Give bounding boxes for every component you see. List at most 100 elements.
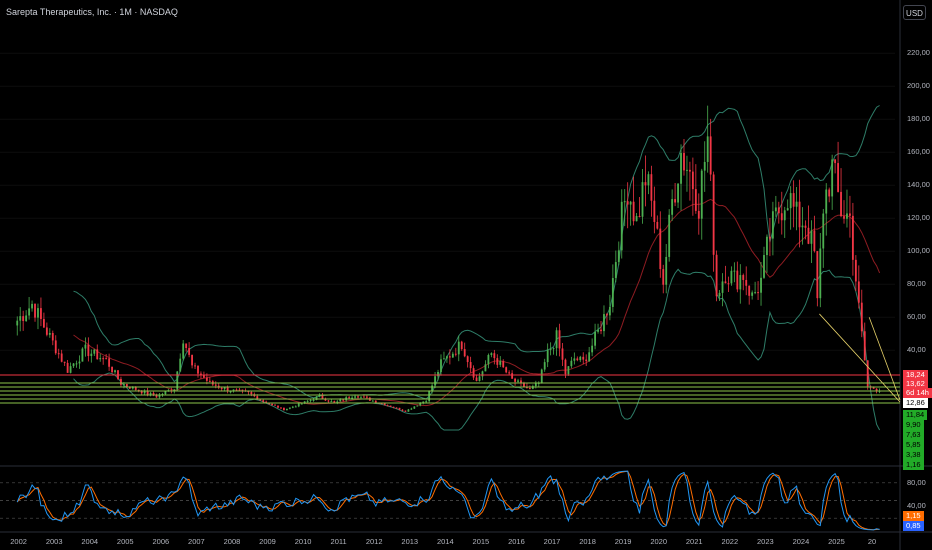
price-tick-label: 100,00: [907, 246, 930, 256]
candle-body: [223, 387, 226, 389]
candle-body: [748, 285, 751, 296]
price-label: 1,16: [903, 460, 924, 470]
candle-body: [34, 303, 36, 318]
time-tick-label: 2022: [721, 537, 739, 546]
candle-body: [16, 320, 19, 326]
candle-body: [271, 403, 274, 405]
candle-body: [804, 225, 807, 228]
candle-body: [357, 396, 359, 398]
candle-body: [831, 159, 834, 197]
candle-body: [220, 387, 223, 389]
candle-body: [570, 360, 573, 367]
candle-body: [360, 396, 362, 398]
candle-body: [51, 333, 54, 341]
candle-body: [603, 314, 605, 332]
candle-body: [75, 363, 78, 365]
candle-body: [454, 353, 457, 355]
candle-body: [751, 292, 754, 296]
candle-body: [822, 213, 825, 249]
trend-line: [819, 313, 901, 403]
candle-body: [736, 270, 739, 290]
candle-body: [437, 371, 439, 377]
candle-body: [440, 359, 442, 372]
candle-body: [816, 251, 819, 299]
candle-body: [280, 407, 282, 409]
candle-body: [443, 358, 445, 360]
candle-body: [401, 409, 404, 411]
candle-body: [552, 348, 555, 350]
candle-body: [208, 380, 211, 382]
candle-body: [125, 384, 128, 387]
chart-canvas[interactable]: [0, 0, 932, 550]
candle-body: [620, 201, 623, 251]
candle-body: [90, 353, 93, 357]
candle-body: [93, 349, 96, 354]
candle-body: [837, 163, 839, 192]
candle-body: [499, 361, 502, 365]
currency-button[interactable]: USD: [903, 5, 926, 20]
candle-body: [300, 403, 303, 405]
candle-body: [718, 292, 721, 297]
candle-body: [45, 327, 48, 335]
candle-body: [534, 383, 537, 387]
candle-body: [549, 348, 552, 350]
candle-body: [703, 161, 706, 171]
candle-body: [579, 356, 582, 361]
price-tick-label: 80,00: [907, 279, 926, 289]
candle-body: [434, 376, 436, 386]
candle-body: [407, 409, 410, 412]
candle-body: [594, 331, 597, 346]
time-tick-label: 20: [867, 537, 877, 546]
candle-body: [446, 356, 448, 359]
candle-body: [398, 407, 401, 410]
candle-body: [606, 314, 608, 316]
candle-body: [843, 216, 845, 219]
candle-body: [712, 174, 715, 255]
candle-body: [694, 189, 697, 211]
candle-body: [451, 353, 454, 358]
candle-body: [389, 405, 392, 407]
price-label: 11,84: [903, 410, 928, 420]
candle-body: [425, 401, 428, 403]
candle-body: [288, 407, 291, 409]
candle-body: [564, 359, 567, 375]
candle-body: [819, 248, 822, 299]
candle-body: [40, 308, 42, 319]
candle-body: [774, 207, 777, 212]
candle-body: [31, 303, 33, 309]
bollinger-upper: [73, 105, 880, 400]
candle-body: [641, 182, 644, 217]
candle-body: [686, 169, 688, 171]
candle-body: [203, 375, 205, 378]
candle-body: [769, 236, 771, 239]
price-tick-label: 40,00: [907, 345, 926, 355]
candle-body: [754, 292, 757, 294]
candle-body: [757, 292, 759, 294]
stoch-rsi-pane: [0, 470, 900, 531]
time-tick-label: 2018: [579, 537, 596, 546]
candle-body: [543, 362, 546, 370]
candle-body: [351, 397, 354, 399]
candle-body: [866, 360, 869, 387]
candle-body: [840, 191, 842, 217]
candle-body: [558, 330, 561, 349]
candle-body: [277, 405, 279, 408]
candle-body: [285, 408, 288, 411]
candle-body: [238, 389, 241, 391]
time-tick-label: 2007: [188, 537, 205, 546]
candle-body: [795, 201, 798, 207]
candle-body: [511, 373, 514, 379]
candle-body: [807, 227, 810, 244]
price-label: 3,38: [903, 450, 924, 460]
candle-body: [330, 401, 333, 403]
candle-body: [600, 329, 602, 332]
candle-body: [48, 333, 51, 335]
candle-body: [834, 159, 837, 164]
osc-tick-label: 40,00: [907, 501, 926, 511]
candle-body: [81, 348, 84, 362]
candle-body: [478, 376, 481, 381]
time-tick-label: 2017: [543, 537, 561, 546]
candle-body: [546, 349, 549, 363]
candle-body: [665, 256, 668, 285]
symbol-title[interactable]: Sarepta Therapeutics, Inc. · 1M · NASDAQ: [6, 7, 178, 17]
